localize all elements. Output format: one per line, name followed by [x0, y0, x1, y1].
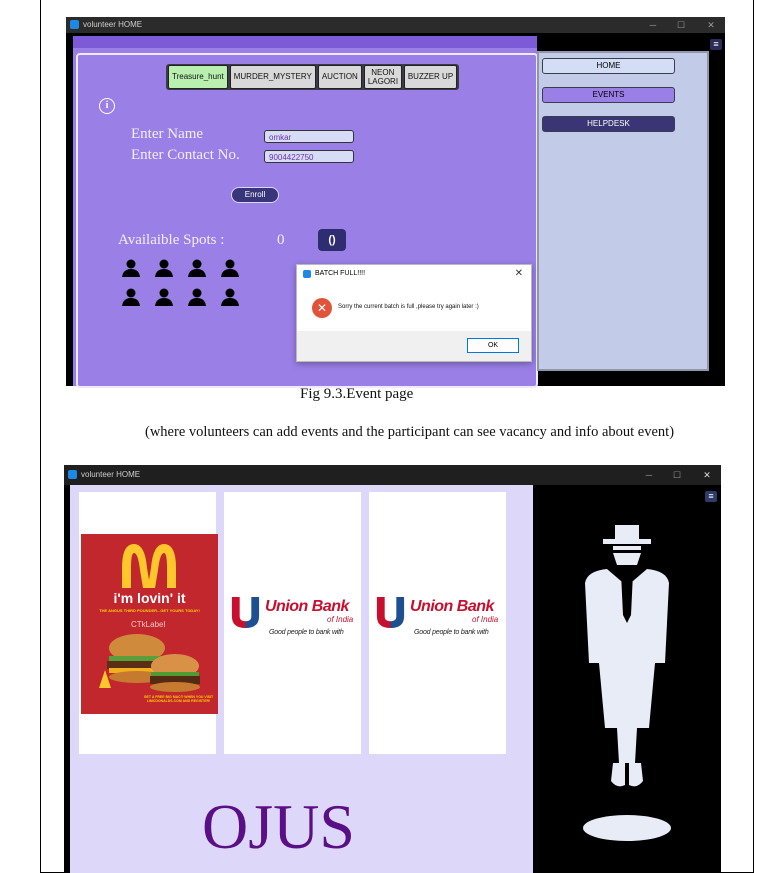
nav-home-button[interactable]: HOME [542, 58, 675, 74]
home-window: volunteer HOME ─ ☐ ✕ i'm lovin' it THE A… [64, 465, 721, 873]
dialog-message: Sorry the current batch is full ,please … [338, 304, 479, 310]
maximize-icon[interactable]: ☐ [667, 465, 687, 485]
dialog-footer: OK [297, 331, 531, 361]
mascot-panel: ≡ [533, 485, 721, 873]
person-icon [221, 259, 239, 277]
contact-input[interactable]: 9004422750 [264, 150, 354, 163]
union-bank-of-india: of India [327, 615, 354, 624]
union-bank-logo: Union Bank of India Good people to bank … [374, 592, 504, 652]
sponsor-card-union-bank[interactable]: Union Bank of India Good people to bank … [369, 492, 506, 754]
union-bank-name: Union Bank [410, 598, 494, 615]
mascot-suit-icon [583, 525, 671, 841]
sponsor-card-mcdonalds[interactable]: i'm lovin' it THE ANGUS THIRD POUNDER...… [79, 492, 218, 754]
dialog-close-icon[interactable]: ✕ [515, 265, 523, 283]
app-icon [68, 470, 77, 479]
tab-neon-lagori[interactable]: NEON LAGORI [363, 65, 402, 89]
ok-button[interactable]: OK [467, 338, 519, 353]
nav-helpdesk-button[interactable]: HELPDESK [542, 116, 675, 132]
person-icon [155, 288, 173, 306]
hamburger-menu-icon[interactable]: ≡ [710, 39, 722, 50]
tab-murder-mystery[interactable]: MURDER_MYSTERY [229, 65, 316, 89]
mcdonalds-tagline: THE ANGUS THIRD POUNDER...GET YOURS TODA… [99, 608, 200, 613]
ctk-label-overlay: CTkLabel [131, 620, 166, 629]
available-spots-value: 0 [277, 232, 285, 248]
minimize-icon[interactable]: ─ [639, 465, 659, 485]
close-icon[interactable]: ✕ [701, 17, 721, 33]
figure-description: (where volunteers can add events and the… [145, 424, 675, 440]
mcdonalds-slogan: i'm lovin' it [113, 590, 186, 606]
union-bank-tagline: Good people to bank with [414, 629, 489, 636]
sponsor-card-union-bank[interactable]: Union Bank of India Good people to bank … [224, 492, 361, 754]
union-bank-logo: Union Bank of India Good people to bank … [229, 592, 359, 652]
figure-caption: Fig 9.3.Event page [300, 386, 414, 402]
batch-full-dialog: BATCH FULL!!!! ✕ ✕ Sorry the current bat… [296, 264, 532, 362]
contact-label: Enter Contact No. [131, 147, 240, 163]
available-spots-label: Availaible Spots : [118, 232, 225, 248]
burger-image [99, 634, 200, 692]
title-bar: volunteer HOME ─ ☐ ✕ [64, 465, 721, 485]
panel-header-bar [73, 36, 537, 48]
info-icon[interactable]: i [99, 98, 115, 114]
mcdonalds-logo [122, 544, 176, 588]
minimize-icon[interactable]: ─ [643, 17, 663, 33]
window-title: volunteer HOME [81, 470, 141, 479]
union-bank-u-icon [376, 596, 405, 628]
maximize-icon[interactable]: ☐ [671, 17, 691, 33]
nav-events-button[interactable]: EVENTS [542, 87, 675, 103]
person-icon [122, 259, 140, 277]
person-icon [155, 259, 173, 277]
person-icon [221, 288, 239, 306]
person-icon [188, 288, 206, 306]
sponsor-panel: i'm lovin' it THE ANGUS THIRD POUNDER...… [70, 485, 533, 873]
app-icon [70, 20, 79, 29]
mcdonalds-ad: i'm lovin' it THE ANGUS THIRD POUNDER...… [81, 534, 218, 714]
enroll-button[interactable]: Enroll [231, 187, 279, 203]
close-icon[interactable]: ✕ [697, 465, 717, 485]
window-title: volunteer HOME [83, 20, 143, 29]
title-bar: volunteer HOME ─ ☐ ✕ [66, 17, 725, 33]
event-panel: Treasure_hunt MURDER_MYSTERY AUCTION NEO… [73, 36, 538, 388]
nav-sidebar: HOME EVENTS HELPDESK [537, 51, 709, 371]
event-window: volunteer HOME ─ ☐ ✕ ≡ Treasure_hunt MUR… [66, 17, 725, 388]
union-bank-tagline: Good people to bank with [269, 629, 344, 636]
brand-title: OJUS [202, 791, 355, 862]
person-icon [188, 259, 206, 277]
dialog-title-bar: BATCH FULL!!!! ✕ [297, 265, 531, 283]
tab-treasure-hunt[interactable]: Treasure_hunt [168, 65, 228, 89]
person-icon [122, 288, 140, 306]
dialog-title: BATCH FULL!!!! [315, 270, 366, 277]
name-input[interactable]: omkar [264, 130, 354, 143]
union-bank-u-icon [231, 596, 260, 628]
mcdonalds-footer: GET A FREE BIG MAC® WHEN YOU VISIT LIMCD… [143, 695, 214, 703]
tab-auction[interactable]: AUCTION [317, 65, 362, 89]
union-bank-name: Union Bank [265, 598, 349, 615]
name-label: Enter Name [131, 126, 204, 142]
tab-buzzer-up[interactable]: BUZZER UP [403, 65, 458, 89]
refresh-button[interactable]: () [318, 229, 346, 251]
error-icon: ✕ [312, 298, 332, 318]
event-tab-bar: Treasure_hunt MURDER_MYSTERY AUCTION NEO… [166, 64, 460, 90]
hamburger-menu-icon[interactable]: ≡ [705, 491, 717, 502]
dialog-app-icon [303, 270, 311, 278]
union-bank-of-india: of India [472, 615, 499, 624]
